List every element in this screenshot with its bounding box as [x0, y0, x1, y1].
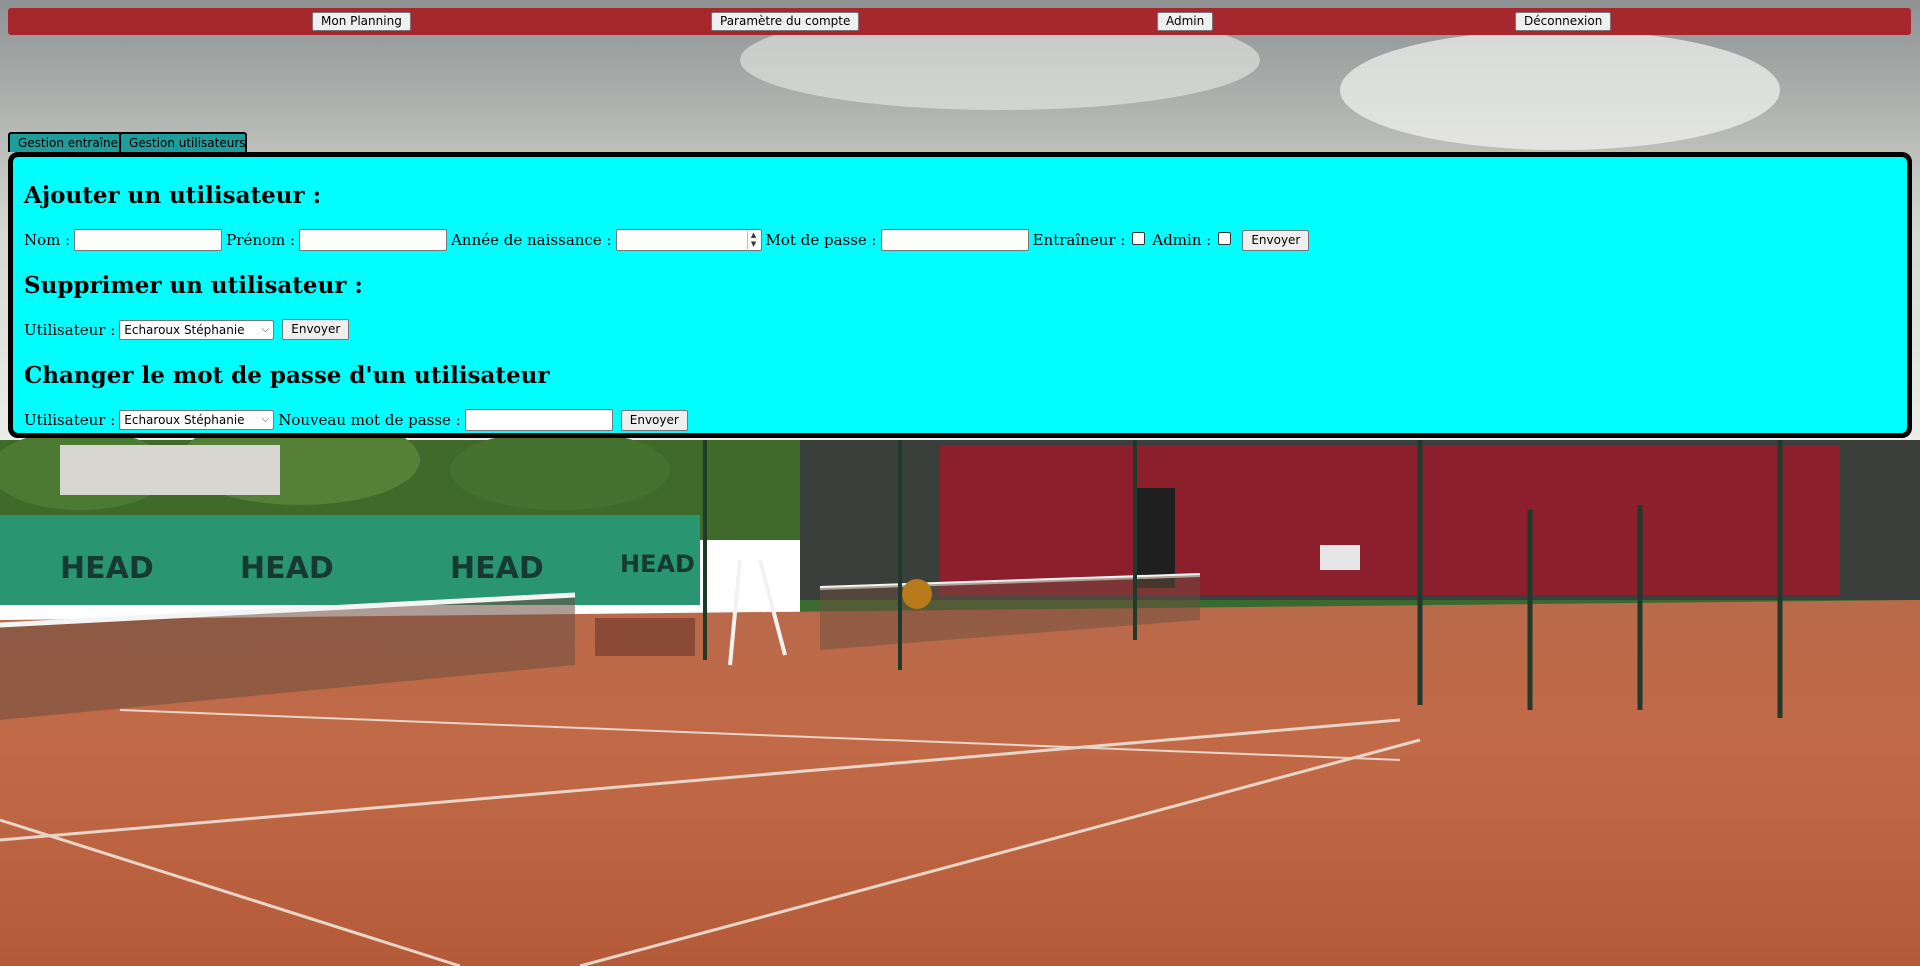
change-password-submit-button[interactable]: Envoyer	[620, 409, 688, 431]
svg-text:HEAD: HEAD	[450, 551, 544, 586]
annee-naissance-input[interactable]: ▲ ▼	[615, 229, 762, 251]
svg-text:HEAD: HEAD	[620, 550, 695, 578]
delete-user-selected-value: Echaroux Stéphanie	[124, 322, 245, 337]
top-navigation-bar: Mon Planning Paramètre du compte Admin D…	[8, 8, 1911, 35]
nav-admin-button[interactable]: Admin	[1157, 12, 1214, 31]
annee-naissance-label: Année de naissance :	[451, 231, 612, 249]
svg-text:HEAD: HEAD	[60, 551, 154, 586]
change-password-heading: Changer le mot de passe d'un utilisateur	[24, 362, 550, 389]
add-user-form: Nom : Prénom : Année de naissance : ▲ ▼ M…	[24, 229, 1310, 251]
add-user-submit-button[interactable]: Envoyer	[1242, 229, 1310, 251]
change-password-form: Utilisateur : Echaroux Stéphanie ⌵ Nouve…	[24, 409, 688, 431]
entraineur-label: Entraîneur :	[1032, 231, 1126, 249]
delete-user-select[interactable]: Echaroux Stéphanie ⌵	[119, 319, 275, 340]
delete-user-heading: Supprimer un utilisateur :	[24, 272, 363, 299]
tab-gestion-entraineurs[interactable]: Gestion entraîneurs	[8, 132, 123, 152]
delete-user-form: Utilisateur : Echaroux Stéphanie ⌵ Envoy…	[24, 319, 350, 340]
svg-text:HEAD: HEAD	[240, 551, 334, 586]
admin-checkbox[interactable]	[1218, 232, 1232, 245]
nav-deconnexion-button[interactable]: Déconnexion	[1515, 12, 1612, 31]
change-password-selected-value: Echaroux Stéphanie	[124, 413, 245, 427]
nom-label: Nom :	[24, 231, 71, 249]
nav-mon-planning-button[interactable]: Mon Planning	[312, 12, 411, 31]
admin-label: Admin :	[1152, 231, 1212, 249]
change-password-user-select[interactable]: Echaroux Stéphanie ⌵	[119, 410, 275, 430]
nom-input[interactable]	[74, 229, 223, 251]
chevron-down-icon: ⌵	[261, 414, 270, 425]
entraineur-checkbox[interactable]	[1132, 232, 1146, 245]
change-password-user-label: Utilisateur :	[24, 411, 116, 429]
add-user-heading: Ajouter un utilisateur :	[24, 182, 322, 209]
new-password-label: Nouveau mot de passe :	[278, 411, 461, 429]
prenom-label: Prénom :	[226, 231, 296, 249]
delete-user-submit-button[interactable]: Envoyer	[282, 319, 350, 340]
prenom-input[interactable]	[299, 229, 448, 251]
chevron-down-icon: ⌵	[261, 323, 270, 335]
nav-parametre-compte-button[interactable]: Paramètre du compte	[711, 12, 860, 31]
mot-de-passe-input[interactable]	[880, 229, 1029, 251]
tennis-court-background: HEAD HEAD HEAD HEAD	[0, 0, 1920, 966]
mot-de-passe-label: Mot de passe :	[765, 231, 877, 249]
user-management-panel: Ajouter un utilisateur : Nom : Prénom : …	[8, 152, 1912, 438]
delete-user-label: Utilisateur :	[24, 320, 116, 339]
tab-gestion-utilisateurs[interactable]: Gestion utilisateurs	[119, 132, 247, 152]
new-password-input[interactable]	[464, 409, 613, 431]
spinner-arrows-icon[interactable]: ▲ ▼	[746, 231, 760, 249]
